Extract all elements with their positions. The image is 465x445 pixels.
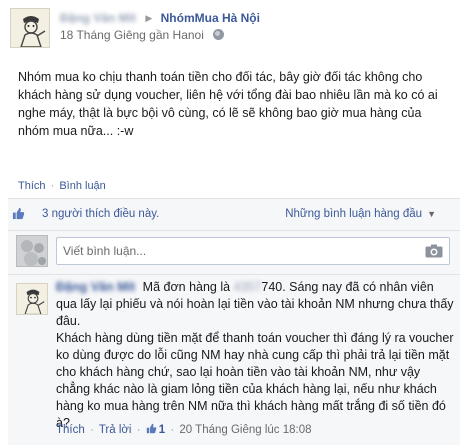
share-arrow-icon: ▶ — [145, 13, 153, 23]
comment-like-count[interactable]: 1 — [159, 424, 165, 436]
viewer-avatar-image — [17, 236, 47, 266]
globe-icon — [213, 29, 225, 40]
separator: · — [136, 424, 141, 436]
post-text: Nhóm mua ko chịu thanh toán tiền cho đối… — [18, 70, 438, 138]
viewer-avatar — [16, 235, 48, 267]
separator: · — [170, 424, 175, 436]
thumbs-up-icon — [12, 207, 25, 220]
comment-reply-button[interactable]: Trả lời — [99, 424, 132, 436]
order-number-redacted: 4357 — [233, 280, 262, 294]
like-button[interactable]: Thích — [18, 180, 46, 192]
author-avatar[interactable] — [10, 8, 50, 48]
separator: · — [50, 180, 55, 192]
comment-button[interactable]: Bình luận — [59, 180, 105, 192]
likes-row: 3 người thích điều này. Những bình luận … — [8, 199, 460, 231]
post-timestamp[interactable]: 18 Tháng Giêng gần Hanoi — [60, 28, 204, 42]
comment-compose-row — [8, 231, 460, 275]
order-number-suffix: 740 — [261, 280, 283, 294]
comment-text: Đặng Văn Mít Mã đơn hàng là 4357740. Sán… — [56, 279, 454, 432]
comment-input-box[interactable] — [56, 237, 450, 265]
group-name-link[interactable]: NhómMua Hà Nội — [161, 11, 260, 25]
comment-item: Đặng Văn Mít Mã đơn hàng là 4357740. Sán… — [8, 279, 460, 445]
comment-input[interactable] — [63, 239, 413, 263]
camera-icon[interactable] — [425, 244, 443, 258]
comment-sort-label: Những bình luận hàng đầu — [285, 208, 423, 220]
comment-timestamp[interactable]: 20 Tháng Giêng lúc 18:08 — [179, 424, 311, 436]
post-author-name[interactable]: Đặng Văn Mít — [60, 10, 136, 26]
comment-paragraph-2: Khách hàng dùng tiền mặt để thanh toán v… — [56, 331, 454, 430]
comment-text-prefix: Mã đơn hàng là — [142, 280, 234, 294]
feedback-panel: 3 người thích điều này. Những bình luận … — [8, 198, 460, 445]
likes-count-text[interactable]: 3 người thích điều này. — [42, 208, 159, 220]
commenter-avatar-image — [17, 284, 47, 314]
post-header: Đặng Văn Mít ▶ NhómMua Hà Nội 18 Tháng G… — [10, 8, 455, 56]
author-avatar-image — [11, 9, 49, 47]
comment-like-thumbs-up-icon — [146, 423, 157, 434]
chevron-down-icon: ▼ — [427, 209, 436, 219]
comment-like-button[interactable]: Thích — [56, 424, 85, 436]
post-actions: Thích · Bình luận — [18, 180, 106, 192]
comment-actions: Thích · Trả lời · 1 · 20 Tháng Giêng lúc… — [56, 423, 312, 436]
commenter-avatar[interactable] — [16, 283, 48, 315]
comment-sort-dropdown[interactable]: Những bình luận hàng đầu ▼ — [285, 208, 436, 220]
commenter-name[interactable]: Đặng Văn Mít — [56, 280, 135, 294]
separator: · — [89, 424, 94, 436]
